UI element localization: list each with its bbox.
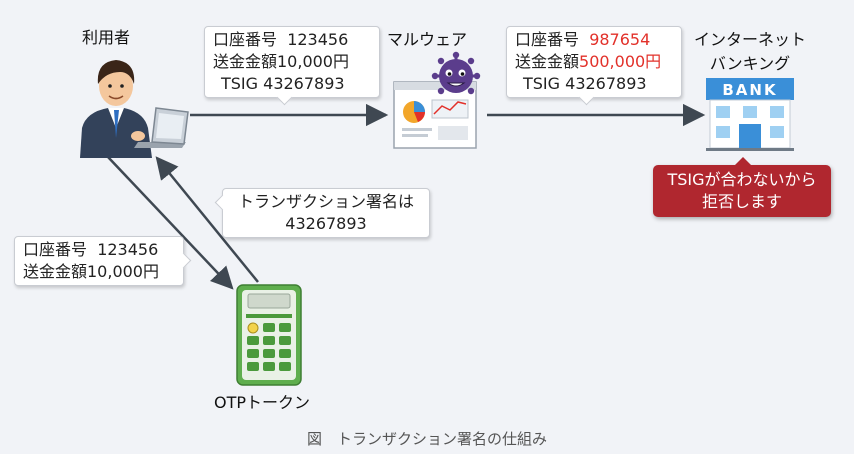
bubble-user-to-token: 口座番号 123456 送金金額10,000円: [14, 236, 192, 286]
warning-pointer: [735, 157, 751, 165]
user-with-laptop-icon: [80, 60, 189, 158]
user-label: 利用者: [82, 28, 131, 47]
bank-label-line2: バンキング: [709, 54, 791, 73]
bank-building-icon: BANK: [706, 78, 794, 151]
account-number-value: 123456: [287, 30, 349, 49]
tampered-account-number: 987654: [589, 30, 651, 49]
bank-label-line1: インターネット: [693, 30, 806, 49]
bubble-malware-to-bank: 口座番号 987654 送金金額500,000円 TSIG 43267893: [506, 26, 682, 106]
account-number-value: 123456: [97, 240, 159, 259]
signature-intro: トランザクション署名は: [237, 192, 414, 211]
tsig-value: TSIG 43267893: [221, 74, 345, 93]
transfer-amount: 送金金額10,000円: [23, 262, 159, 281]
malware-infected-page-icon: [393, 51, 481, 149]
rejection-message: TSIGが合わないから 拒否します: [653, 157, 831, 217]
tampered-transfer-amount: 500,000円: [579, 52, 662, 71]
rejection-message-line1: TSIGが合わないから: [667, 170, 817, 189]
figure-caption: 図 トランザクション署名の仕組み: [306, 430, 547, 448]
diagram-canvas: 利用者 口座番号 123456 送金金額10,000円 TSIG 4326789…: [0, 0, 854, 454]
transfer-amount-key: 送金金額: [515, 52, 580, 71]
bubble-user-to-malware: 口座番号 123456 送金金額10,000円 TSIG 43267893: [204, 26, 380, 106]
tsig-value: TSIG 43267893: [523, 74, 647, 93]
bank-sign-text: BANK: [722, 81, 777, 99]
account-number-key: 口座番号: [213, 30, 278, 49]
bank-label: インターネット バンキング: [686, 26, 814, 74]
account-number-key: 口座番号: [23, 240, 88, 259]
signature-value: 43267893: [285, 214, 367, 233]
otp-token-icon: [236, 284, 302, 386]
bubble-token-to-user: トランザクション署名は 43267893: [214, 188, 430, 238]
transfer-amount: 送金金額10,000円: [213, 52, 349, 71]
otp-token-label: OTPトークン: [214, 393, 311, 412]
rejection-message-line2: 拒否します: [701, 192, 782, 211]
account-number-key: 口座番号: [515, 30, 580, 49]
